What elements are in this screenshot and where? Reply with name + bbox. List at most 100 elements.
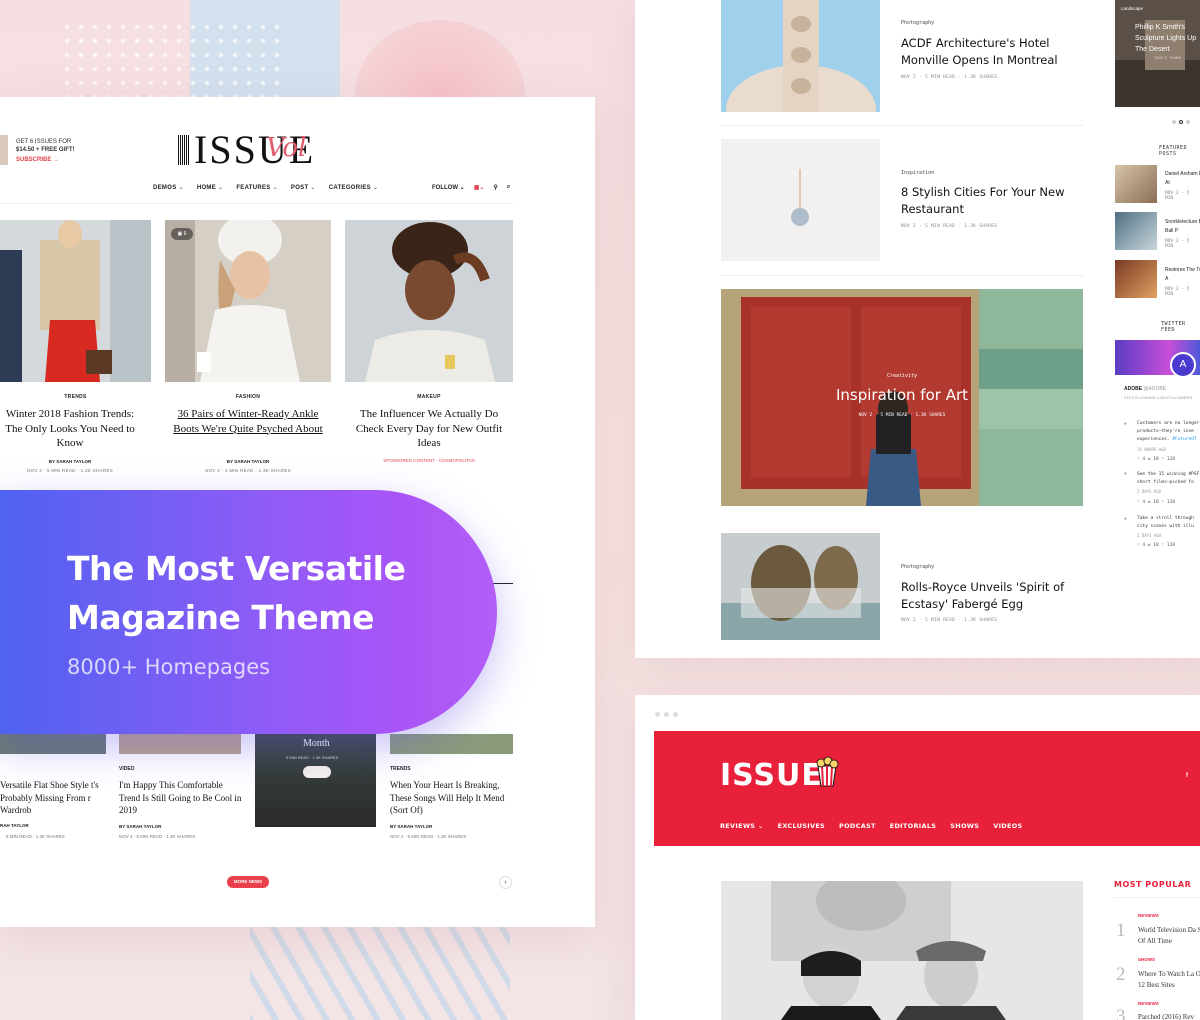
article-title[interactable]: Winter 2018 Fashion Trends: The Only Loo… [0,407,140,451]
more-news-button[interactable]: MORE NEWS [227,876,269,888]
nav-item-demos[interactable]: DEMOS ⌄ [153,184,184,191]
article-category[interactable]: Inspiration [901,170,934,176]
facebook-icon[interactable]: f [1186,773,1188,779]
article-image[interactable] [345,220,513,382]
featured-post-title[interactable]: Restores The Tunnel With A [1165,266,1200,283]
tweet-text: Take a stroll through city scenes with i… [1137,516,1194,529]
article-image[interactable] [0,734,106,754]
nav-item-features[interactable]: FEATURES ⌄ [236,184,278,191]
tweet-actions[interactable]: ♡ 4 ⇄ 18 ♡ 128 [1137,457,1175,462]
slider-category[interactable]: Landscape [1121,6,1143,11]
article-image[interactable] [119,734,241,754]
smile-detail [303,766,331,778]
tweet-time: 2 DAYS AGO [1137,489,1162,494]
featured-title[interactable]: Inspiration for Art [721,386,1083,404]
article-title[interactable]: ACDF Architecture's Hotel Monville Opens… [901,35,1081,68]
logo-script: Vol [266,133,307,163]
subscribe-link[interactable]: SUBSCRIBE → [16,157,59,163]
article-title[interactable]: Versatile Flat Shoe Style t's Probably M… [0,779,106,817]
article-image[interactable] [0,220,151,382]
follow-menu[interactable]: FOLLOW ⌄ [432,184,465,191]
nav-item-categories[interactable]: CATEGORIES ⌄ [329,184,379,191]
article-image[interactable] [721,139,880,261]
most-popular-heading: MOST POPULAR [1114,880,1192,889]
article-title[interactable]: 8 Stylish Cities For Your New Restaurant [901,184,1081,217]
featured-post-thumb[interactable] [1115,165,1157,203]
sidebar-slider[interactable]: Landscape Phillip K Smith's Sculpture Li… [1115,0,1200,107]
article-category[interactable]: VIDEO [119,766,135,772]
popular-title[interactable]: World Television Da Shows Of All Time [1138,925,1200,947]
tweet-text: See the 15 winning #PSF short films—pick… [1137,472,1200,485]
article-category[interactable]: Photography [901,564,934,570]
article-category[interactable]: Photography [901,20,934,26]
popular-category[interactable]: SHOWS [1138,957,1155,962]
slider-title[interactable]: Phillip K Smith's Sculpture Lights Up Th… [1135,22,1200,55]
nav-item-shows[interactable]: SHOWS [950,822,979,830]
tweet-actions[interactable]: ♡ 4 ⇄ 18 ♡ 128 [1137,500,1175,505]
featured-post-title[interactable]: Snorkletecture Bouncy Ball P [1165,218,1200,235]
article-title[interactable]: I'm Happy This Comfortable Trend Is Stil… [119,779,243,817]
slider-dot[interactable] [1186,120,1190,124]
pendant-lamp-photo [721,139,880,261]
fashion-portrait-photo [165,220,331,382]
featured-post-meta: NOV 2 · 5 MIN [1165,239,1190,249]
featured-post-thumb[interactable] [1115,260,1157,298]
tweet-time: 2 DAYS AGO [1137,533,1162,538]
nav-item-home[interactable]: HOME ⌄ [197,184,224,191]
sponsored-label[interactable]: SPONSORED CONTENT · COSMOPOLITAN [345,458,513,463]
nav-item-podcast[interactable]: PODCAST [839,822,876,830]
article-title[interactable]: Rolls-Royce Unveils 'Spirit of Ecstasy' … [901,579,1081,612]
featured-post-thumb[interactable] [1115,212,1157,250]
tweet-actions[interactable]: ♡ 4 ⇄ 18 ♡ 128 [1137,543,1175,548]
overlay-title[interactable]: Month [303,738,330,749]
overlay-meta: 5 MIN READ · 1.3K SHARES [286,755,339,760]
article-title[interactable]: When Your Heart Is Breaking, These Songs… [390,779,514,817]
divider [721,275,1083,276]
slider-dot[interactable] [1172,120,1176,124]
nav-item-editorials[interactable]: EDITORIALS [890,822,937,830]
article-category[interactable]: TRENDS [0,394,151,400]
article-meta: NOV 2 · 5 MIN READ · 1.3K SHARES [901,224,998,229]
article-byline: BY SARAH TAYLOR [390,824,433,829]
popular-category[interactable]: REVIEWS [1138,913,1159,918]
magazine-cover-thumbnail [0,135,8,165]
popcorn-icon [816,756,839,787]
article-image[interactable] [721,533,880,640]
issue-red-logo[interactable]: ISSUE [720,758,823,793]
hero-subtitle: 8000+ Homepages [67,655,271,679]
popular-title[interactable]: Where To Watch La Online: 12 Best Sites [1138,969,1200,991]
nav-divider [0,203,513,204]
popular-category[interactable]: REVIEWS [1138,1001,1159,1006]
search-icon[interactable]: ⌕ [507,184,510,191]
gallery-count-badge: ▣ 6 [171,228,193,240]
issue-logo[interactable]: ISSUE Vol [178,129,338,171]
featured-post-title[interactable]: Daniel Arsham Exhibition At [1165,170,1200,187]
rank-number: 2 [1116,964,1126,985]
location-icon[interactable]: ⚲ [493,184,497,191]
article-category[interactable]: MAKEUP [345,394,513,400]
article-image[interactable] [721,881,1083,1020]
nav-item-reviews[interactable]: REVIEWS ⌄ [720,822,764,830]
calendar-icon[interactable]: ▣⌄ [474,184,485,191]
slider-dot-active[interactable] [1179,120,1183,124]
fashion-street-photo [0,220,151,382]
article-category[interactable]: FASHION [165,394,331,400]
vintage-couple-photo [721,881,1083,1020]
article-image[interactable] [390,734,513,754]
featured-category[interactable]: Creativity [721,373,1083,379]
article-title[interactable]: The Influencer We Actually Do Check Ever… [348,407,510,451]
next-arrow-icon[interactable]: › [499,876,512,889]
popular-title[interactable]: Parched (2016) Rev [1138,1012,1200,1020]
nav-item-videos[interactable]: VIDEOS [993,822,1022,830]
twitter-handle[interactable]: ADOBE @ADOBE [1124,386,1166,392]
adobe-avatar[interactable]: A [1170,352,1196,378]
article-image[interactable]: ▣ 6 [165,220,331,382]
article-image[interactable] [721,0,880,155]
tweet-text: Customers are no longer products—they're… [1137,421,1200,442]
article-byline: RAH TAYLOR [0,823,29,828]
sculpture-photo [721,0,880,155]
nav-item-exclusives[interactable]: EXCLUSIVES [778,822,825,830]
article-title[interactable]: 36 Pairs of Winter-Ready Ankle Boots We'… [170,407,326,436]
article-category[interactable]: TRENDS [390,766,411,772]
nav-item-post[interactable]: POST ⌄ [291,184,316,191]
